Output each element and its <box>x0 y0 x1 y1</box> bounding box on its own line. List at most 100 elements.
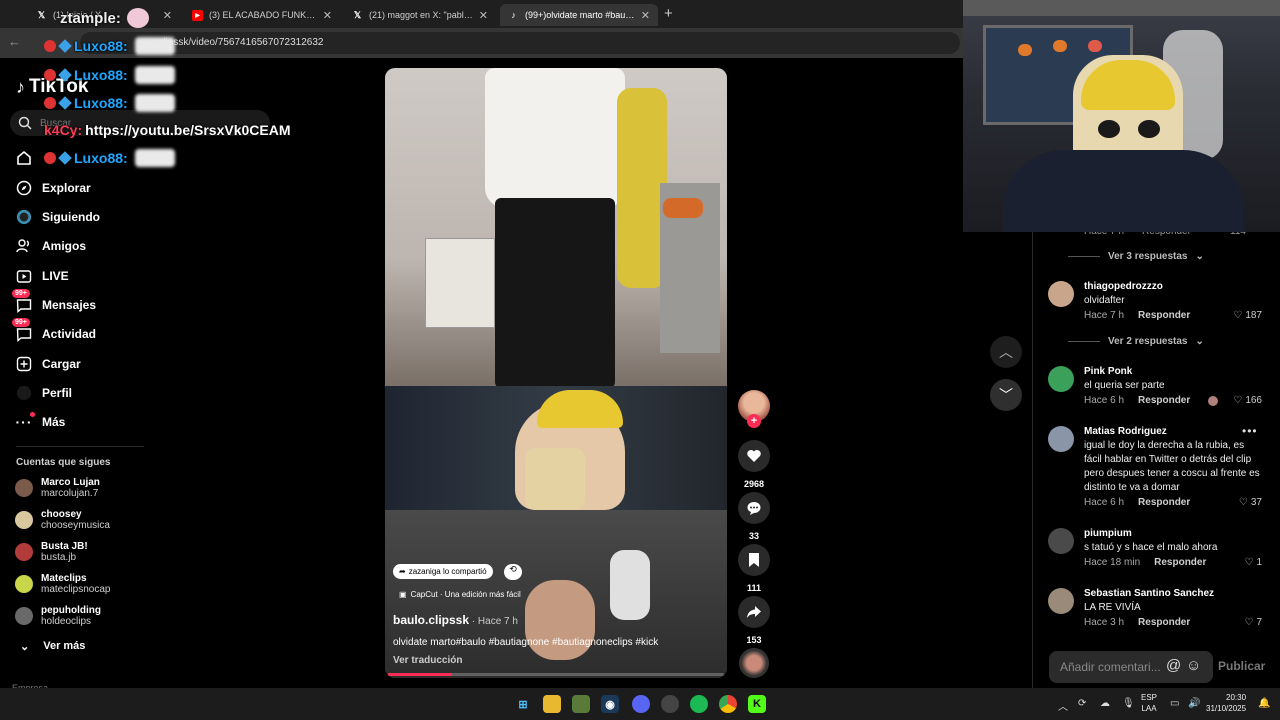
next-video-button[interactable]: ﹀ <box>990 379 1022 411</box>
keyboard-layout: LAA <box>1141 704 1157 713</box>
windows-taskbar: ⊞ ◉ K ︿ ⟳ ☁ 🎙 ESP LAA ▭ 🔊 20:30 31/10/20… <box>0 688 1280 720</box>
avatar[interactable] <box>1048 426 1074 452</box>
save-button[interactable]: 111 <box>738 544 770 593</box>
capcut-link[interactable]: ▣ CapCut · Una edición más fácil <box>399 590 521 599</box>
discord-icon[interactable] <box>632 695 650 713</box>
reply-button[interactable]: Responder <box>1138 395 1190 406</box>
nav-item-mas[interactable]: ··· Más <box>16 412 65 430</box>
avatar[interactable] <box>1048 528 1074 554</box>
video-author[interactable]: baulo.clipssk · Hace 7 h <box>393 613 518 627</box>
back-arrow-icon[interactable]: ← <box>8 34 21 49</box>
reply-button[interactable]: Responder <box>1154 557 1206 568</box>
browser-tab-active[interactable]: ♪ (99+)olvidate marto #baulo #ba ✕ <box>500 4 658 26</box>
following-account[interactable]: Mateclips mateclipsnocap <box>15 573 110 595</box>
mention-icon[interactable]: @ <box>1166 657 1181 674</box>
obs-icon[interactable] <box>661 695 679 713</box>
clock[interactable]: 20:30 31/10/2025 <box>1206 692 1246 714</box>
notification-bell-icon[interactable]: 🔔 <box>1258 698 1270 709</box>
nav-item-home[interactable] <box>16 150 32 166</box>
close-tab-icon[interactable]: ✕ <box>641 9 650 22</box>
reply-button[interactable]: Responder <box>1138 497 1190 508</box>
file-explorer-icon[interactable] <box>543 695 561 713</box>
nav-item-live[interactable]: LIVE <box>16 268 69 284</box>
steam-icon[interactable]: ◉ <box>601 695 619 713</box>
nav-item-mensajes[interactable]: 99+ Mensajes <box>12 289 96 313</box>
comment-button[interactable]: 33 <box>738 492 770 541</box>
comment-like-button[interactable]: ♡ 7 <box>1244 617 1262 628</box>
x-logo-icon: 𝕏 <box>353 9 362 20</box>
comment-like-button[interactable]: ♡ 1 <box>1244 557 1262 568</box>
publish-button[interactable]: Publicar <box>1218 659 1265 673</box>
video-progress-bar[interactable] <box>388 673 724 676</box>
nav-item-perfil[interactable]: Perfil <box>16 385 72 401</box>
following-account[interactable]: pepuholding holdeoclips <box>15 605 101 627</box>
streamer-hoodie <box>1003 150 1243 232</box>
badge-icon <box>44 152 56 164</box>
see-more-button[interactable]: ⌄ Ver más <box>20 640 85 653</box>
sound-disc[interactable] <box>739 648 769 678</box>
browser-tab[interactable]: 𝕏 (21) maggot en X: "pabloxo es ✕ <box>344 4 496 26</box>
comment-user[interactable]: thiagopedrozzzo <box>1084 281 1163 292</box>
view-replies-button[interactable]: Ver 2 respuestas ⌄ <box>1068 336 1204 347</box>
nav-item-siguiendo[interactable]: Siguiendo <box>16 209 100 225</box>
language-indicator[interactable]: ESP LAA <box>1141 692 1157 714</box>
comment-user[interactable]: Matias Rodriguez <box>1084 426 1167 437</box>
account-handle: marcolujan.7 <box>41 488 99 499</box>
sync-icon[interactable]: ⟳ <box>1078 698 1086 709</box>
friends-icon <box>16 238 32 254</box>
emoji-icon[interactable]: ☺ <box>1186 657 1201 674</box>
chat-message: k4Cy: https://youtu.be/SrsxVk0CEAM <box>44 122 291 138</box>
video-pants <box>495 198 615 388</box>
comment-like-button[interactable]: ♡ 37 <box>1239 497 1262 508</box>
network-icon[interactable]: ☁ <box>1100 698 1110 709</box>
chevron-up-icon[interactable]: ︿ <box>1058 698 1068 713</box>
windows-start-icon[interactable]: ⊞ <box>514 695 532 713</box>
follow-plus-icon[interactable]: + <box>747 414 761 428</box>
following-account[interactable]: Marco Lujan marcolujan.7 <box>15 477 100 499</box>
avatar[interactable] <box>1048 281 1074 307</box>
nav-item-explorar[interactable]: Explorar <box>16 180 91 196</box>
following-account[interactable]: choosey chooseymusica <box>15 509 110 531</box>
close-tab-icon[interactable]: ✕ <box>323 9 332 22</box>
close-tab-icon[interactable]: ✕ <box>163 9 172 22</box>
avatar[interactable] <box>1048 588 1074 614</box>
view-replies-button[interactable]: Ver 3 respuestas ⌄ <box>1068 251 1204 262</box>
nav-label: LIVE <box>42 269 69 283</box>
volume-icon[interactable]: 🔊 <box>1188 698 1200 709</box>
microphone-icon[interactable]: 🎙 <box>1122 698 1135 709</box>
comment-item: thiagopedrozzzo olvidafter Hace 7 h Respo… <box>1048 281 1262 326</box>
comment-like-button[interactable]: ♡ 187 <box>1233 310 1262 321</box>
comment-user[interactable]: Pink Ponk <box>1084 366 1132 377</box>
chat-text: https://youtu.be/SrsxVk0CEAM <box>85 122 291 138</box>
browser-tab[interactable]: ▶ (3) EL ACABADO FUNK - Launc ✕ <box>184 4 340 26</box>
video-player[interactable]: ➦ zazaniga lo compartió ⟲ ▣ CapCut · Una… <box>385 68 727 678</box>
shared-by-chip[interactable]: ➦ zazaniga lo compartió <box>393 564 493 579</box>
reply-button[interactable]: Responder <box>1138 310 1190 321</box>
translate-link[interactable]: Ver traducción <box>393 655 462 666</box>
share-button[interactable]: 153 <box>738 596 770 645</box>
comment-user[interactable]: piumpium <box>1084 528 1132 539</box>
monitor-icon[interactable]: ▭ <box>1170 698 1179 709</box>
more-options-icon[interactable]: ••• <box>1242 424 1258 438</box>
tab-title: (21) maggot en X: "pabloxo es <box>369 10 473 20</box>
url-field[interactable]: o.clipssk/video/7567416567072312632 <box>80 32 960 54</box>
comment-user[interactable]: Sebastian Santino Sanchez <box>1084 588 1214 599</box>
author-name: baulo.clipssk <box>393 613 470 627</box>
close-tab-icon[interactable]: ✕ <box>479 9 488 22</box>
comment-like-button[interactable]: ♡ 166 <box>1208 395 1262 406</box>
following-account[interactable]: Busta JB! busta.jb <box>15 541 88 563</box>
nav-item-actividad[interactable]: 99+ Actividad <box>12 318 96 342</box>
avatar[interactable] <box>1048 366 1074 392</box>
new-tab-button[interactable]: + <box>664 5 673 22</box>
nav-item-amigos[interactable]: Amigos <box>16 238 86 254</box>
reply-button[interactable]: Responder <box>1138 617 1190 628</box>
previous-video-button[interactable]: ︿ <box>990 336 1022 368</box>
minecraft-icon[interactable] <box>572 695 590 713</box>
nav-item-cargar[interactable]: Cargar <box>16 356 81 372</box>
chrome-icon[interactable] <box>719 695 737 713</box>
url-text: o.clipssk/video/7567416567072312632 <box>150 37 324 48</box>
kick-icon[interactable]: K <box>748 695 766 713</box>
repost-icon[interactable]: ⟲ <box>504 564 522 580</box>
spotify-icon[interactable] <box>690 695 708 713</box>
like-button[interactable]: 2968 <box>738 440 770 489</box>
